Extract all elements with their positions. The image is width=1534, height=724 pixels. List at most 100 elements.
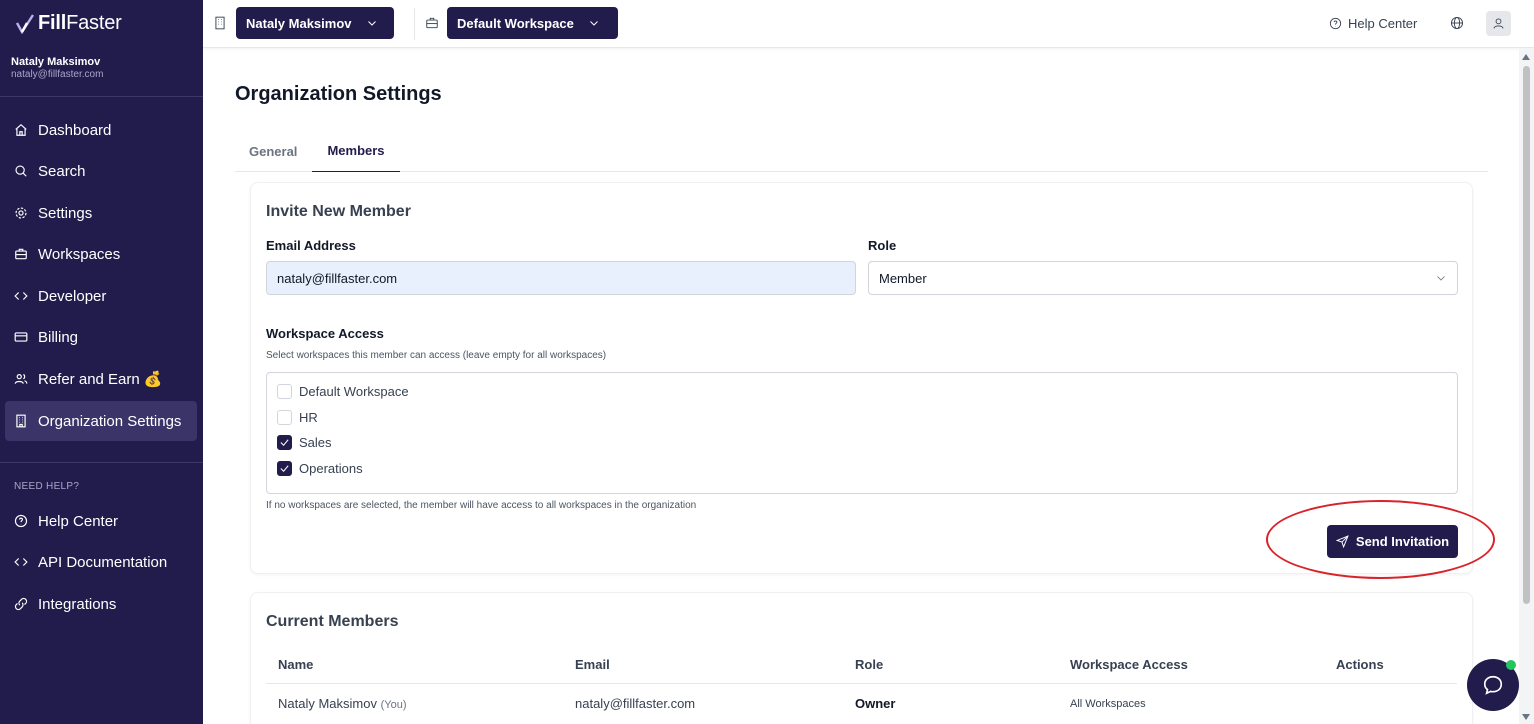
table-divider (266, 683, 1457, 684)
email-field[interactable] (266, 261, 856, 295)
sidebar-item-integrations[interactable]: Integrations (5, 584, 197, 624)
code-icon (14, 289, 28, 303)
sidebar-item-dashboard[interactable]: Dashboard (5, 110, 197, 150)
workspace-option-default-workspace[interactable]: Default Workspace (277, 384, 409, 399)
settings-tabs: General Members (235, 130, 1488, 172)
organization-selector-label: Nataly Maksimov (246, 15, 352, 31)
workspace-selector-label: Default Workspace (457, 15, 574, 31)
code-icon (14, 555, 28, 569)
sidebar-divider (0, 462, 203, 463)
scrollbar[interactable] (1519, 48, 1534, 724)
sidebar: FillFaster Nataly Maksimov nataly@fillfa… (0, 0, 203, 724)
column-header-workspace-access: Workspace Access (1070, 657, 1188, 672)
sidebar-item-label: Billing (38, 328, 79, 346)
users-icon (14, 372, 28, 386)
language-button[interactable] (1450, 16, 1464, 35)
checkbox[interactable] (277, 410, 292, 425)
workspace-checkbox-list: Default Workspace HR Sales Operations (266, 372, 1458, 494)
workspace-option-sales[interactable]: Sales (277, 435, 332, 450)
sidebar-item-organization-settings[interactable]: Organization Settings (5, 401, 197, 441)
chevron-down-icon (589, 21, 598, 26)
column-header-actions: Actions (1336, 657, 1384, 672)
page-title: Organization Settings (235, 83, 442, 105)
gear-icon (14, 206, 28, 220)
scroll-down-arrow[interactable] (1522, 714, 1530, 720)
user-name: Nataly Maksimov (11, 56, 101, 68)
user-icon (1493, 18, 1504, 29)
column-header-role: Role (855, 657, 884, 672)
member-email-cell: nataly@fillfaster.com (575, 696, 696, 711)
user-email: nataly@fillfaster.com (11, 69, 104, 80)
building-icon (213, 16, 227, 30)
role-select[interactable]: Member (868, 261, 1458, 295)
workspace-selector[interactable]: Default Workspace (447, 7, 618, 39)
logo-text: FillFaster (38, 12, 122, 34)
sidebar-item-label: Integrations (38, 595, 117, 613)
avatar[interactable] (1486, 11, 1511, 36)
role-select-value: Member (879, 270, 927, 286)
help-circle-icon (1329, 17, 1342, 30)
checkbox-checked[interactable] (277, 461, 292, 476)
sidebar-divider (0, 96, 203, 97)
organization-selector[interactable]: Nataly Maksimov (236, 7, 394, 39)
workspace-option-label: Sales (299, 435, 332, 450)
sidebar-item-label: Workspaces (38, 245, 121, 263)
sidebar-item-developer[interactable]: Developer (5, 276, 197, 316)
workspace-option-operations[interactable]: Operations (277, 461, 363, 476)
send-invitation-button[interactable]: Send Invitation (1327, 525, 1458, 558)
workspace-option-label: Operations (299, 461, 363, 476)
sidebar-item-label: Developer (38, 287, 107, 305)
workspace-option-label: Default Workspace (299, 384, 409, 399)
need-help-heading: NEED HELP? (14, 481, 80, 492)
you-indicator: (You) (380, 699, 407, 711)
chat-bubble-icon (1483, 675, 1503, 695)
column-header-name: Name (278, 657, 314, 672)
checkbox[interactable] (277, 384, 292, 399)
help-center-link[interactable]: Help Center (1329, 16, 1417, 31)
chevron-down-icon (367, 21, 376, 26)
member-name-cell: Nataly Maksimov (You) (278, 696, 406, 711)
sidebar-item-label: Help Center (38, 512, 119, 530)
credit-card-icon (14, 330, 28, 344)
check-icon (280, 465, 289, 472)
sidebar-item-help-center[interactable]: Help Center (5, 501, 197, 541)
link-icon (14, 597, 28, 611)
tab-general[interactable]: General (249, 130, 297, 172)
sidebar-item-workspaces[interactable]: Workspaces (5, 234, 197, 274)
sidebar-item-label: Settings (38, 204, 93, 222)
scrollbar-thumb[interactable] (1523, 66, 1530, 604)
sidebar-item-billing[interactable]: Billing (5, 317, 197, 357)
workspace-footer-hint: If no workspaces are selected, the membe… (266, 500, 697, 511)
sidebar-item-label: API Documentation (38, 553, 168, 571)
send-icon (1335, 535, 1349, 548)
scroll-up-arrow[interactable] (1522, 54, 1530, 60)
chevron-down-icon (1437, 276, 1445, 281)
search-icon (14, 164, 28, 178)
sidebar-item-settings[interactable]: Settings (5, 193, 197, 233)
email-label: Email Address (266, 238, 356, 253)
sidebar-item-label: Dashboard (38, 121, 112, 139)
member-name: Nataly Maksimov (278, 696, 377, 711)
tab-members[interactable]: Members (312, 130, 400, 172)
sidebar-item-search[interactable]: Search (5, 151, 197, 191)
building-icon (14, 414, 28, 428)
sidebar-item-refer-and-earn[interactable]: Refer and Earn 💰 (5, 359, 197, 399)
help-circle-icon (14, 514, 28, 528)
check-icon (280, 439, 289, 446)
topbar: Nataly Maksimov Default Workspace Help C… (203, 0, 1534, 48)
home-icon (14, 123, 28, 137)
workspace-access-hint: Select workspaces this member can access… (266, 350, 607, 361)
sidebar-item-label: Organization Settings (38, 412, 182, 430)
online-status-dot (1506, 660, 1516, 670)
sidebar-item-api-documentation[interactable]: API Documentation (5, 542, 197, 582)
workspace-access-label: Workspace Access (266, 326, 384, 341)
role-label: Role (868, 238, 897, 253)
member-access-cell: All Workspaces (1070, 698, 1146, 710)
workspace-option-hr[interactable]: HR (277, 410, 318, 425)
fillfaster-logo[interactable]: FillFaster (16, 12, 122, 35)
checkbox-checked[interactable] (277, 435, 292, 450)
sidebar-item-label: Search (38, 162, 86, 180)
topbar-divider (414, 8, 415, 40)
help-center-label: Help Center (1348, 16, 1418, 31)
send-invitation-label: Send Invitation (1355, 534, 1450, 549)
